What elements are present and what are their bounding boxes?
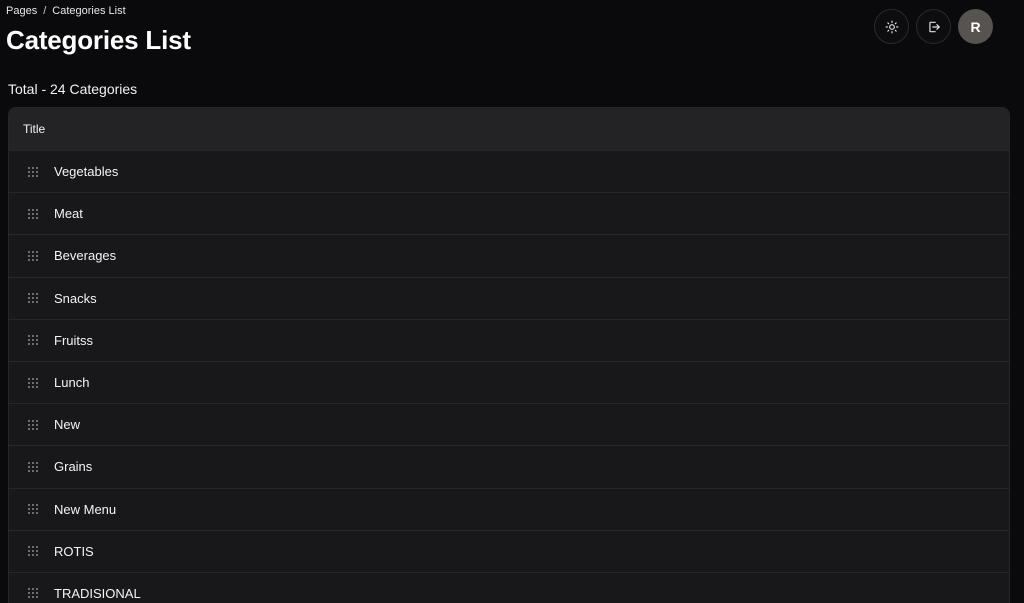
breadcrumb-current: Categories List [52,5,126,17]
breadcrumb-pages-link[interactable]: Pages [6,5,37,17]
logout-button[interactable] [916,9,951,44]
drag-handle-icon[interactable] [27,587,39,599]
row-title: Fruitss [54,332,93,348]
sun-icon [885,20,898,33]
row-title: Grains [54,459,93,475]
table-row[interactable]: Snacks [9,276,1009,319]
drag-handle-icon[interactable] [27,419,39,431]
drag-handle-icon[interactable] [27,503,39,515]
user-avatar[interactable]: R [958,9,993,44]
drag-handle-icon[interactable] [27,208,39,220]
header-actions: R [874,9,993,44]
drag-handle-icon[interactable] [27,292,39,304]
table-row[interactable]: New [9,403,1009,445]
column-header-title: Title [23,122,46,136]
drag-handle-icon[interactable] [27,166,39,178]
drag-handle-icon[interactable] [27,461,39,473]
table-header: Title [9,108,1009,150]
theme-toggle-button[interactable] [874,9,909,44]
drag-handle-icon[interactable] [27,377,39,389]
table-row[interactable]: Beverages [9,234,1009,276]
drag-handle-icon[interactable] [27,250,39,262]
row-title: Beverages [54,248,117,264]
breadcrumb: Pages / Categories List [6,5,126,17]
drag-handle-icon[interactable] [27,545,39,557]
drag-handle-icon[interactable] [27,334,39,346]
row-title: TRADISIONAL [54,585,141,601]
categories-table: Title Vegetables Meat Beverages Snacks Fruit… [8,107,1010,603]
table-row[interactable]: TRADISIONAL [9,571,1009,603]
total-count: Total - 24 Categories [8,81,138,97]
page-title: Categories List [6,25,191,55]
row-title: Vegetables [54,164,119,180]
row-title: Meat [54,206,83,222]
row-title: New [54,417,81,433]
table-row[interactable]: New Menu [9,487,1009,530]
categories-page: Pages / Categories List Categories List [0,0,1024,603]
table-row[interactable]: Meat [9,192,1009,234]
row-title: ROTIS [54,543,94,559]
row-title: Lunch [54,375,90,391]
row-title: New Menu [54,501,117,517]
table-body: Vegetables Meat Beverages Snacks Fruitss Lunc… [9,150,1009,603]
table-row[interactable]: Fruitss [9,318,1009,361]
row-title: Snacks [54,290,97,306]
logout-icon [928,21,940,32]
table-row[interactable]: Lunch [9,360,1009,403]
table-row[interactable]: Vegetables [9,150,1009,192]
table-row[interactable]: Grains [9,445,1009,487]
table-row[interactable]: ROTIS [9,529,1009,572]
breadcrumb-separator: / [43,5,47,17]
